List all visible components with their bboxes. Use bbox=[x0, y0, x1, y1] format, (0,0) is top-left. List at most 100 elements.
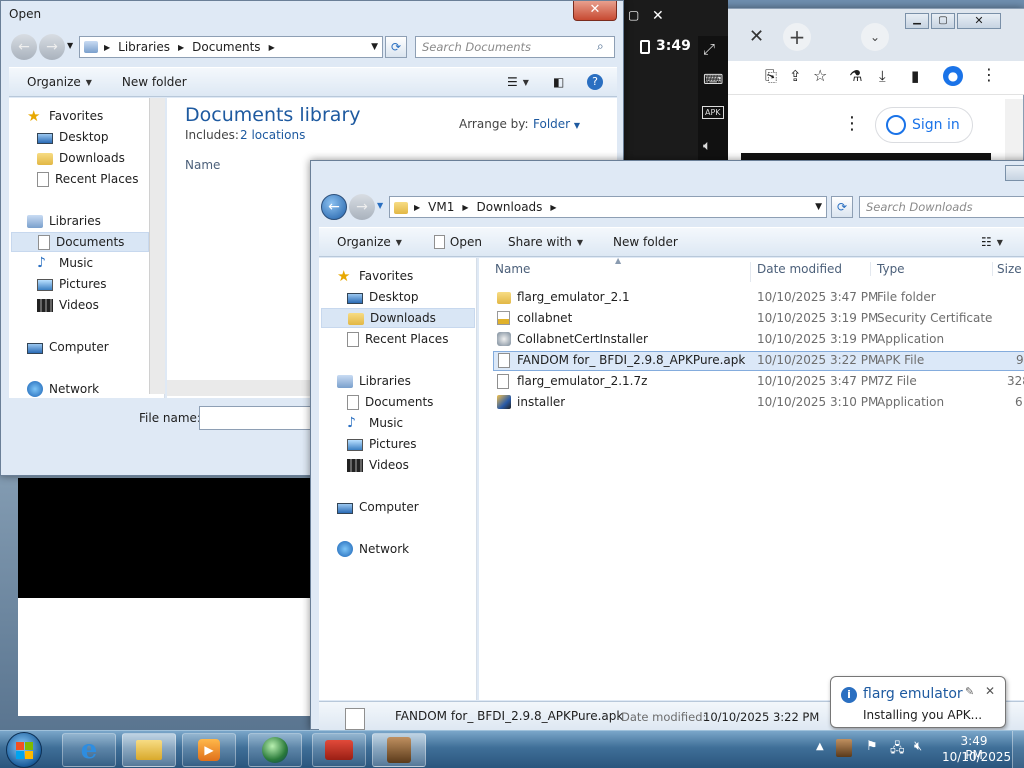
back-button[interactable]: ← bbox=[321, 194, 347, 220]
forward-button[interactable]: → bbox=[39, 34, 65, 60]
nav-videos[interactable]: Videos bbox=[347, 455, 409, 475]
extension-icon[interactable]: ⚗ bbox=[849, 67, 862, 85]
nav-music[interactable]: ♪ Music bbox=[347, 413, 403, 433]
tray-volume-muted-icon[interactable]: 🔇︎ bbox=[914, 739, 922, 754]
nav-music[interactable]: ♪ Music bbox=[37, 253, 93, 273]
emulator-restore-icon[interactable]: ▢ bbox=[628, 8, 639, 22]
taskbar-internet-explorer[interactable]: e bbox=[62, 733, 116, 767]
taskbar-emulator[interactable] bbox=[372, 733, 426, 767]
nav-network[interactable]: Network bbox=[337, 539, 409, 559]
arrange-by-dropdown[interactable]: Folder ▼ bbox=[533, 117, 580, 131]
search-icon[interactable]: ⌕ bbox=[597, 39, 604, 54]
bookmark-star-icon[interactable]: ☆ bbox=[813, 66, 827, 85]
menu-kebab-icon[interactable]: ⋮ bbox=[981, 65, 997, 84]
column-header-type[interactable]: Type bbox=[877, 262, 993, 276]
show-hidden-icons-button[interactable]: ▲ bbox=[816, 741, 824, 752]
nav-libraries[interactable]: Libraries bbox=[337, 371, 411, 391]
column-header-size[interactable]: Size bbox=[997, 262, 1024, 276]
taskbar-media-player[interactable]: ▶ bbox=[182, 733, 236, 767]
includes-link[interactable]: 2 locations bbox=[240, 128, 305, 142]
nav-network[interactable]: Network bbox=[27, 379, 99, 399]
start-button[interactable] bbox=[6, 732, 42, 768]
new-folder-button[interactable]: New folder bbox=[102, 75, 197, 89]
nav-recent-places[interactable]: Recent Places bbox=[347, 329, 448, 349]
organize-menu[interactable]: Organize ▼ bbox=[9, 75, 102, 89]
recent-pages-chevron-icon[interactable]: ▼ bbox=[377, 201, 383, 210]
tab-list-chevron-icon[interactable]: ⌄ bbox=[861, 23, 889, 51]
address-bar[interactable]: ▶ VM1 ▶ Downloads ▶ ▼ bbox=[389, 196, 827, 218]
tray-action-center-icon[interactable]: ⚑ bbox=[866, 739, 878, 754]
nav-recent-places[interactable]: Recent Places bbox=[37, 169, 138, 189]
column-header-name[interactable]: Name bbox=[495, 262, 751, 282]
taskbar-toolbox[interactable] bbox=[312, 733, 366, 767]
nav-favorites[interactable]: ★ Favorites bbox=[27, 106, 103, 126]
table-row[interactable]: installer 10/10/2025 3:10 PM Application… bbox=[493, 393, 1024, 413]
nav-downloads[interactable]: Downloads bbox=[37, 148, 125, 168]
breadcrumb-vm1[interactable]: VM1 bbox=[428, 200, 454, 214]
column-name-header[interactable]: Name bbox=[185, 158, 220, 172]
new-tab-button[interactable]: + bbox=[783, 23, 811, 51]
nav-desktop[interactable]: Desktop bbox=[37, 127, 109, 147]
cast-icon[interactable]: ⎘ bbox=[765, 67, 777, 85]
taskbar-app-globe[interactable] bbox=[248, 733, 302, 767]
notification-balloon[interactable]: i flarg emulator ✎ ✕ Installing you APK.… bbox=[830, 676, 1006, 728]
forward-button[interactable]: → bbox=[349, 194, 375, 220]
table-row[interactable]: flarg_emulator_2.1.7z 10/10/2025 3:47 PM… bbox=[493, 372, 1024, 392]
address-dropdown-icon[interactable]: ▼ bbox=[815, 202, 822, 212]
maximize-button[interactable]: ▢ bbox=[931, 13, 955, 29]
tray-emulator-icon[interactable] bbox=[836, 739, 852, 757]
table-row[interactable]: CollabnetCertInstaller 10/10/2025 3:19 P… bbox=[493, 330, 1024, 350]
view-options-icon[interactable]: ☷ ▼ bbox=[971, 235, 1013, 249]
page-menu-kebab-icon[interactable]: ⋮ bbox=[843, 113, 861, 134]
open-dialog-close-button[interactable]: ✕ bbox=[573, 1, 617, 21]
breadcrumb-downloads[interactable]: Downloads bbox=[477, 200, 543, 214]
recent-pages-chevron-icon[interactable]: ▼ bbox=[67, 41, 73, 50]
nav-libraries[interactable]: Libraries bbox=[27, 211, 101, 231]
breadcrumb-libraries[interactable]: Libraries bbox=[118, 40, 170, 54]
nav-computer[interactable]: Computer bbox=[337, 497, 419, 517]
help-icon[interactable]: ? bbox=[577, 74, 613, 90]
apk-icon[interactable]: APK bbox=[702, 106, 724, 119]
explorer-restore-button[interactable] bbox=[1005, 165, 1024, 181]
nav-videos[interactable]: Videos bbox=[37, 295, 99, 315]
taskbar-file-explorer[interactable] bbox=[122, 733, 176, 767]
back-button[interactable]: ← bbox=[11, 34, 37, 60]
sidebar-icon[interactable]: ▮ bbox=[911, 67, 919, 85]
new-folder-button[interactable]: New folder bbox=[593, 235, 688, 249]
nav-pictures[interactable]: Pictures bbox=[37, 274, 107, 294]
search-input[interactable]: Search Downloads bbox=[859, 196, 1024, 218]
nav-documents[interactable]: Documents bbox=[347, 392, 433, 412]
column-header-date[interactable]: Date modified bbox=[757, 262, 871, 276]
browser-tab-close-icon[interactable]: ✕ bbox=[749, 26, 764, 47]
nav-documents[interactable]: Documents bbox=[11, 232, 149, 252]
show-desktop-button[interactable] bbox=[1012, 731, 1024, 768]
download-icon[interactable]: ⤓ bbox=[879, 67, 886, 85]
table-row-selected[interactable]: FANDOM for_ BFDI_2.9.8_APKPure.apk 10/10… bbox=[493, 351, 1024, 371]
fullscreen-icon[interactable]: ⤢ bbox=[703, 40, 715, 58]
address-bar[interactable]: ▶ Libraries ▶ Documents ▶ ▼ bbox=[79, 36, 383, 58]
minimize-button[interactable]: ▁ bbox=[905, 13, 929, 29]
emulator-close-icon[interactable]: ✕ bbox=[652, 8, 664, 24]
volume-icon[interactable]: 🔈︎ bbox=[703, 138, 711, 154]
sign-in-button[interactable]: Sign in bbox=[875, 107, 973, 143]
table-row[interactable]: flarg_emulator_2.1 10/10/2025 3:47 PM Fi… bbox=[493, 288, 1024, 308]
share-icon[interactable]: ⇪ bbox=[789, 67, 802, 85]
organize-menu[interactable]: Organize ▼ bbox=[319, 235, 412, 249]
tray-network-icon[interactable]: 🖧︎ bbox=[890, 739, 905, 761]
nav-favorites[interactable]: ★ Favorites bbox=[337, 266, 413, 286]
nav-pictures[interactable]: Pictures bbox=[347, 434, 417, 454]
notification-options-icon[interactable]: ✎ bbox=[965, 685, 974, 698]
close-button[interactable]: ✕ bbox=[957, 13, 1001, 29]
search-input[interactable]: Search Documents bbox=[415, 36, 615, 58]
view-options-icon[interactable]: ☰ ▼ bbox=[497, 75, 539, 89]
address-dropdown-icon[interactable]: ▼ bbox=[371, 42, 378, 52]
refresh-button[interactable]: ⟳ bbox=[385, 36, 407, 58]
preview-pane-icon[interactable]: ◧ bbox=[543, 75, 574, 89]
nav-computer[interactable]: Computer bbox=[27, 337, 109, 357]
nav-downloads[interactable]: Downloads bbox=[321, 308, 475, 328]
nav-scrollbar[interactable] bbox=[149, 98, 165, 394]
table-row[interactable]: collabnet 10/10/2025 3:19 PM Security Ce… bbox=[493, 309, 1024, 329]
nav-desktop[interactable]: Desktop bbox=[347, 287, 419, 307]
breadcrumb-documents[interactable]: Documents bbox=[192, 40, 260, 54]
open-button[interactable]: Open bbox=[412, 235, 492, 249]
